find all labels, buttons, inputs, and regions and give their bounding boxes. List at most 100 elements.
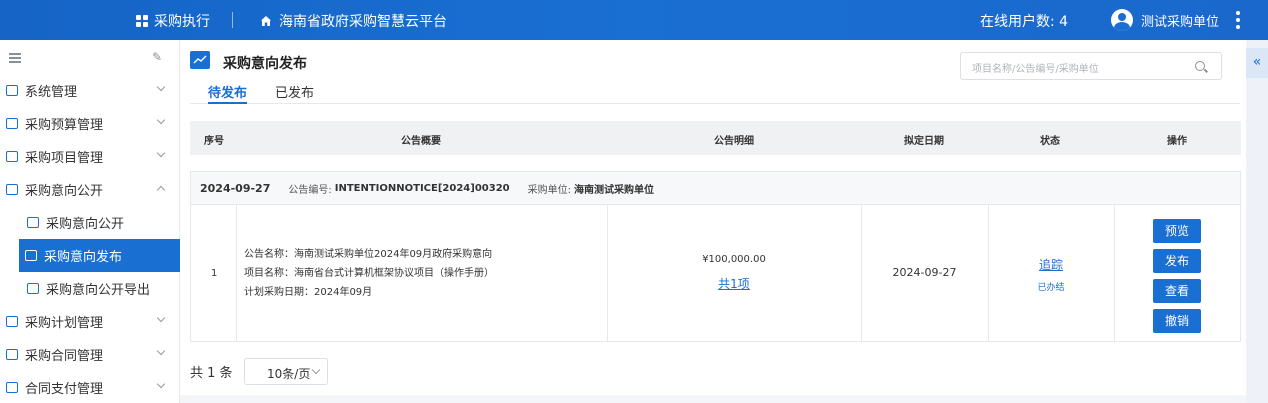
sidebar-item-label: 采购意向公开导出 bbox=[46, 283, 151, 298]
preview-button[interactable]: 预览 bbox=[1153, 219, 1201, 243]
contract-icon bbox=[6, 349, 18, 360]
sidebar-item-label: 合同支付管理 bbox=[25, 382, 104, 397]
sidebar-subitem-intention-publish[interactable]: 采购意向发布 bbox=[19, 239, 180, 272]
sidebar-toolbar: ✎ bbox=[0, 40, 180, 76]
project-icon bbox=[6, 151, 18, 162]
notice-no-label: 公告编号: bbox=[288, 184, 332, 196]
more-vertical-icon[interactable] bbox=[1236, 11, 1240, 29]
tab-bar: 待发布 已发布 bbox=[190, 82, 1240, 104]
summary-notice-name: 公告名称：海南测试采购单位2024年09月政府采购意向 bbox=[244, 249, 493, 260]
unit-label: 采购单位: bbox=[527, 184, 571, 196]
items-link-wrap: 共1项 bbox=[607, 275, 861, 292]
budget-icon bbox=[6, 118, 18, 129]
sidebar-item-system[interactable]: 系统管理 bbox=[0, 74, 180, 107]
sidebar-item-label: 系统管理 bbox=[25, 85, 78, 100]
platform-title: 海南省政府采购智慧云平台 bbox=[260, 11, 447, 31]
sidebar-item-plan[interactable]: 采购计划管理 bbox=[0, 305, 180, 338]
column-header: 操作 bbox=[1167, 136, 1187, 147]
row-date: 2024-09-27 bbox=[892, 266, 957, 279]
chevron-down-icon bbox=[311, 365, 321, 375]
document-icon bbox=[27, 217, 39, 228]
column-header: 序号 bbox=[204, 136, 224, 147]
page-size-select[interactable]: 10条/页 bbox=[244, 358, 328, 385]
row-index: 1 bbox=[211, 268, 218, 279]
items-link[interactable]: 共1项 bbox=[718, 277, 750, 291]
app-name: 采购执行 bbox=[154, 14, 210, 30]
page-title: 采购意向发布 bbox=[223, 56, 307, 72]
online-users: 在线用户数: 4 bbox=[980, 14, 1069, 30]
top-header: 采购执行 海南省政府采购智慧云平台 在线用户数: 4 测试采购单位 bbox=[0, 0, 1268, 40]
chevron-up-icon bbox=[156, 185, 166, 195]
home-icon bbox=[261, 16, 271, 26]
summary-project-name: 项目名称：海南省台式计算机框架协议项目（操作手册） bbox=[244, 268, 494, 279]
summary-plan-date: 计划采购日期：2024年09月 bbox=[244, 287, 373, 298]
sidebar-subitem-intention-public[interactable]: 采购意向公开 bbox=[0, 206, 180, 239]
double-chevron-left-icon[interactable]: « bbox=[1246, 48, 1268, 78]
unit-name: 海南测试采购单位 bbox=[574, 184, 654, 196]
right-collapse-strip: « bbox=[1246, 40, 1268, 403]
row-amount: ¥100,000.00 bbox=[702, 254, 766, 265]
revoke-button[interactable]: 撤销 bbox=[1153, 309, 1201, 333]
sidebar-item-label: 采购意向公开 bbox=[46, 217, 125, 232]
user-menu[interactable]: 测试采购单位 bbox=[1111, 9, 1219, 31]
chevron-down-icon bbox=[156, 346, 166, 356]
pin-icon[interactable]: ✎ bbox=[152, 50, 162, 64]
column-header: 公告概要 bbox=[401, 136, 441, 147]
column-divider bbox=[607, 205, 608, 341]
sidebar-item-label: 采购预算管理 bbox=[25, 118, 104, 133]
sidebar-item-label: 采购计划管理 bbox=[25, 316, 104, 331]
search-placeholder: 项目名称/公告编号/采购单位 bbox=[972, 64, 1099, 75]
chart-icon bbox=[190, 51, 210, 69]
payment-icon bbox=[6, 382, 18, 393]
chevron-down-icon bbox=[156, 313, 166, 323]
chevron-down-icon bbox=[156, 379, 166, 389]
app-switcher[interactable]: 采购执行 bbox=[136, 11, 210, 31]
menu-toggle-icon[interactable] bbox=[9, 53, 21, 65]
chart-icon bbox=[25, 250, 37, 261]
group-date: 2024-09-27 bbox=[200, 181, 271, 195]
status-text: 已办结 bbox=[1037, 283, 1065, 293]
chevron-down-icon bbox=[156, 82, 166, 92]
row-summary: 公告名称：海南测试采购单位2024年09月政府采购意向 项目名称：海南省台式计算… bbox=[244, 245, 604, 302]
tab-published[interactable]: 已发布 bbox=[275, 82, 314, 101]
sidebar-item-label: 采购意向发布 bbox=[44, 250, 123, 265]
track-link-wrap: 追踪 bbox=[988, 256, 1114, 273]
table-header: 序号 公告概要 公告明细 拟定日期 状态 操作 bbox=[190, 121, 1241, 155]
sidebar-item-project[interactable]: 采购项目管理 bbox=[0, 140, 180, 173]
plan-icon bbox=[6, 316, 18, 327]
user-name: 测试采购单位 bbox=[1141, 14, 1220, 30]
grid-icon bbox=[136, 15, 148, 27]
column-header: 状态 bbox=[1040, 136, 1060, 147]
intention-icon bbox=[6, 184, 18, 195]
notice-no: INTENTIONNOTICE[2024]00320 bbox=[334, 182, 510, 194]
column-divider bbox=[236, 205, 237, 341]
export-icon bbox=[27, 283, 39, 294]
tab-pending[interactable]: 待发布 bbox=[208, 82, 248, 104]
sidebar-subitem-intention-export[interactable]: 采购意向公开导出 bbox=[0, 272, 180, 305]
publish-button[interactable]: 发布 bbox=[1153, 249, 1201, 273]
platform-name: 海南省政府采购智慧云平台 bbox=[279, 14, 447, 30]
bottom-strip bbox=[180, 395, 1246, 403]
pager-total: 共 1 条 bbox=[190, 366, 233, 381]
sidebar-item-contract[interactable]: 采购合同管理 bbox=[0, 338, 180, 371]
chevron-down-icon bbox=[156, 115, 166, 125]
column-header: 公告明细 bbox=[714, 136, 754, 147]
sidebar-item-label: 采购意向公开 bbox=[25, 184, 104, 199]
search-input[interactable]: 项目名称/公告编号/采购单位 bbox=[960, 52, 1222, 80]
sidebar-item-label: 采购合同管理 bbox=[25, 349, 104, 364]
gear-icon bbox=[6, 85, 18, 96]
sidebar-item-budget[interactable]: 采购预算管理 bbox=[0, 107, 180, 140]
avatar-icon bbox=[1111, 9, 1133, 31]
sidebar: ✎ 系统管理 采购预算管理 采购项目管理 采购意向公开 采购意向公开 采购意向发… bbox=[0, 40, 180, 403]
sidebar-item-label: 采购项目管理 bbox=[25, 151, 104, 166]
column-divider bbox=[988, 205, 989, 341]
track-link[interactable]: 追踪 bbox=[1039, 258, 1063, 272]
search-icon[interactable] bbox=[1195, 61, 1205, 71]
sidebar-item-payment[interactable]: 合同支付管理 bbox=[0, 371, 180, 403]
sidebar-item-intention[interactable]: 采购意向公开 bbox=[0, 173, 180, 206]
page-size-value: 10条/页 bbox=[267, 367, 311, 381]
view-button[interactable]: 查看 bbox=[1153, 279, 1201, 303]
column-divider bbox=[1114, 205, 1115, 341]
table-group-row: 2024-09-27 公告编号: INTENTIONNOTICE[2024]00… bbox=[190, 171, 1241, 205]
column-header: 拟定日期 bbox=[904, 136, 944, 147]
